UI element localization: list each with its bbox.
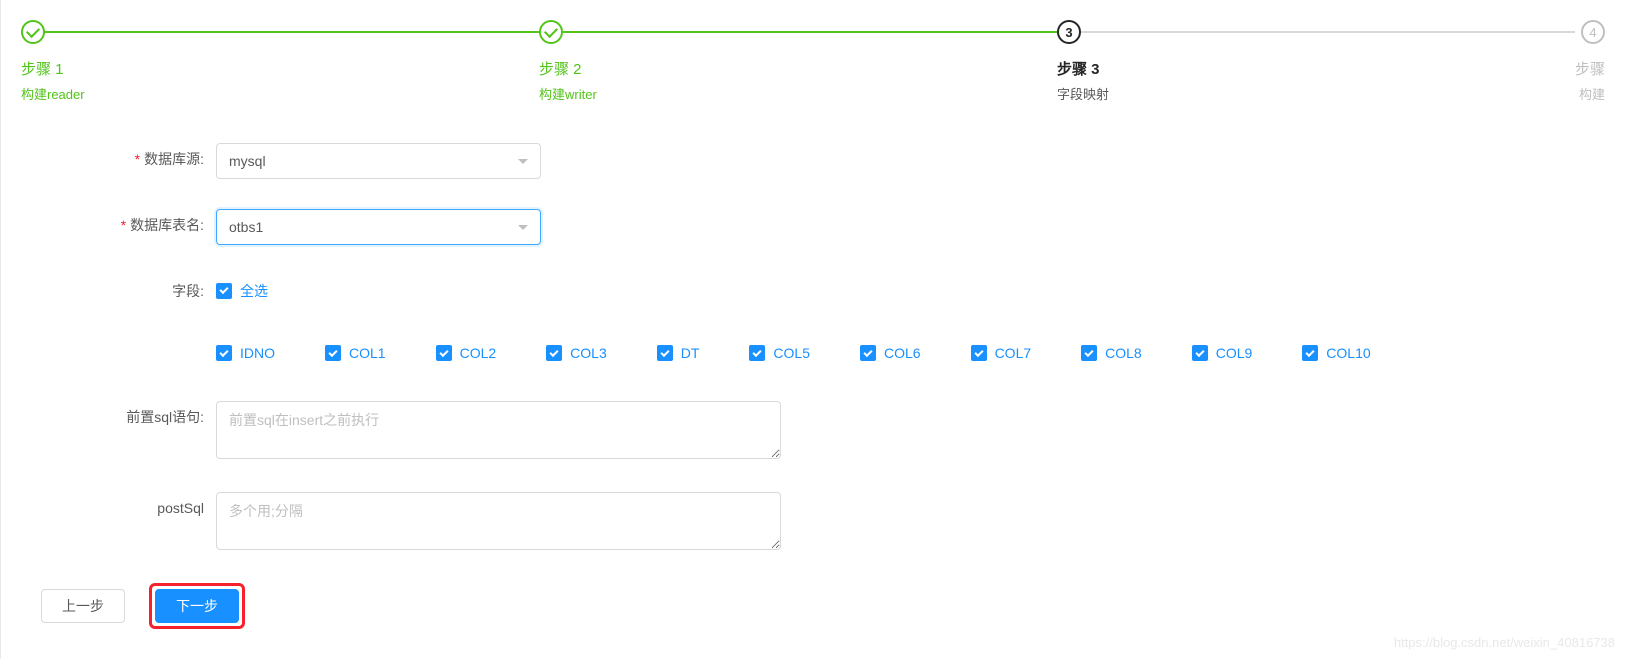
step-line <box>45 31 539 33</box>
step-4: 4 步骤 构建 <box>1575 20 1605 103</box>
checkbox-icon <box>325 345 341 361</box>
step-1[interactable]: 步骤 1 构建reader <box>21 20 539 103</box>
checkbox-label: COL9 <box>1216 345 1253 361</box>
label-datasource: *数据库源: <box>21 143 216 175</box>
next-button[interactable]: 下一步 <box>155 589 239 623</box>
checkbox-label: COL10 <box>1326 345 1370 361</box>
select-datasource[interactable]: mysql <box>216 143 541 179</box>
step-title: 步骤 3 <box>1057 58 1575 79</box>
check-icon <box>21 20 45 44</box>
label-presql: 前置sql语句: <box>21 401 216 433</box>
checkbox-select-all[interactable]: 全选 <box>216 281 268 301</box>
checkbox-column-col10[interactable]: COL10 <box>1302 345 1370 361</box>
checkbox-label: IDNO <box>240 345 275 361</box>
checkbox-icon <box>436 345 452 361</box>
textarea-postsql[interactable] <box>216 492 781 550</box>
checkbox-column-col1[interactable]: COL1 <box>325 345 386 361</box>
checkbox-column-col3[interactable]: COL3 <box>546 345 607 361</box>
prev-button[interactable]: 上一步 <box>41 589 125 623</box>
checkbox-column-dt[interactable]: DT <box>657 345 700 361</box>
chevron-down-icon <box>518 225 528 230</box>
checkbox-icon <box>749 345 765 361</box>
checkbox-icon <box>971 345 987 361</box>
select-value: otbs1 <box>229 219 263 235</box>
checkbox-icon <box>1192 345 1208 361</box>
checkbox-icon <box>1081 345 1097 361</box>
checkbox-column-col6[interactable]: COL6 <box>860 345 921 361</box>
step-2[interactable]: 步骤 2 构建writer <box>539 20 1057 103</box>
checkbox-column-idno[interactable]: IDNO <box>216 345 275 361</box>
step-title: 步骤 1 <box>21 58 539 79</box>
checkbox-icon <box>546 345 562 361</box>
checkbox-icon <box>1302 345 1318 361</box>
checkbox-icon <box>216 283 232 299</box>
checkbox-column-col9[interactable]: COL9 <box>1192 345 1253 361</box>
chevron-down-icon <box>518 159 528 164</box>
checkbox-icon <box>657 345 673 361</box>
checkbox-label: COL5 <box>773 345 810 361</box>
check-icon <box>539 20 563 44</box>
actions: 上一步 下一步 <box>21 583 1605 629</box>
checkbox-label: COL8 <box>1105 345 1142 361</box>
steps-bar: 步骤 1 构建reader 步骤 2 构建writer 3 步骤 3 字段映射 … <box>21 20 1605 103</box>
row-presql: 前置sql语句: <box>21 401 1605 462</box>
checkbox-label: COL3 <box>570 345 607 361</box>
checkbox-icon <box>860 345 876 361</box>
row-table: *数据库表名: otbs1 <box>21 209 1605 245</box>
highlight-annotation: 下一步 <box>149 583 245 629</box>
step-number-icon: 3 <box>1057 20 1081 44</box>
label-postsql: postSql <box>21 492 216 524</box>
step-subtitle: 字段映射 <box>1057 84 1575 103</box>
checkbox-column-col8[interactable]: COL8 <box>1081 345 1142 361</box>
checkbox-label: COL7 <box>995 345 1032 361</box>
checkbox-column-col5[interactable]: COL5 <box>749 345 810 361</box>
step-subtitle: 构建writer <box>539 84 1057 103</box>
checkbox-label: COL2 <box>460 345 497 361</box>
step-number-icon: 4 <box>1581 20 1605 44</box>
step-line <box>563 31 1057 33</box>
row-datasource: *数据库源: mysql <box>21 143 1605 179</box>
row-postsql: postSql <box>21 492 1605 553</box>
step-subtitle: 构建 <box>1575 84 1605 103</box>
checkbox-column-col7[interactable]: COL7 <box>971 345 1032 361</box>
checkbox-label: DT <box>681 345 700 361</box>
label-fields: 字段: <box>21 275 216 307</box>
checkbox-column-col2[interactable]: COL2 <box>436 345 497 361</box>
form: *数据库源: mysql *数据库表名: otbs1 字段: <box>21 143 1605 553</box>
textarea-presql[interactable] <box>216 401 781 459</box>
step-3[interactable]: 3 步骤 3 字段映射 <box>1057 20 1575 103</box>
checkbox-label: 全选 <box>240 281 268 301</box>
select-value: mysql <box>229 153 266 169</box>
step-line <box>1081 31 1575 33</box>
checkbox-label: COL1 <box>349 345 386 361</box>
select-table[interactable]: otbs1 <box>216 209 541 245</box>
label-table: *数据库表名: <box>21 209 216 241</box>
checkbox-icon <box>216 345 232 361</box>
checkbox-label: COL6 <box>884 345 921 361</box>
step-title: 步骤 <box>1575 58 1605 79</box>
step-title: 步骤 2 <box>539 58 1057 79</box>
step-subtitle: 构建reader <box>21 84 539 103</box>
row-columns: IDNO COL1 COL2 COL3 DT COL5 COL6 COL7 COL8 COL9 CO… <box>21 337 1605 361</box>
row-fields: 字段: 全选 <box>21 275 1605 307</box>
